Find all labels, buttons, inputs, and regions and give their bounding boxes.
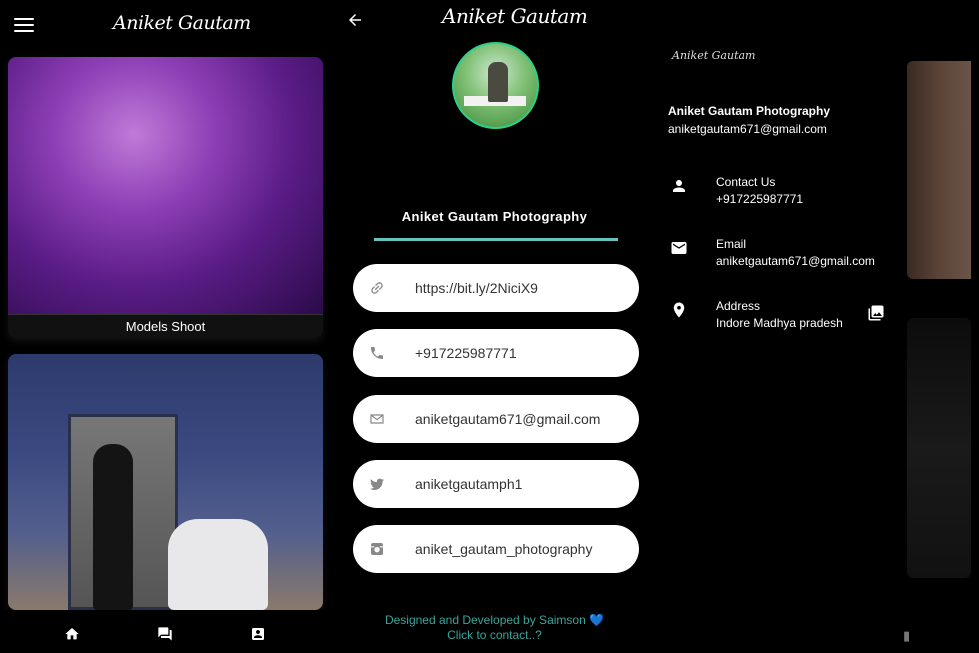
drawer-item-value: +917225987771 xyxy=(716,192,804,206)
phone-icon xyxy=(371,347,383,359)
arrow-back-icon[interactable] xyxy=(346,9,364,35)
drawer-brand-logo: Aniket Gautam xyxy=(672,49,756,62)
instagram-icon xyxy=(371,543,383,555)
brand-logo: Aniket Gautam xyxy=(113,12,251,34)
link-text: https://bit.ly/2NiciX9 xyxy=(415,280,538,296)
drawer-name: Aniket Gautam Photography xyxy=(668,104,831,118)
twitter-text: aniketgautamph1 xyxy=(415,476,523,492)
location-pin-icon xyxy=(673,302,685,318)
hamburger-menu-icon[interactable] xyxy=(14,18,34,34)
profile-divider xyxy=(374,238,618,241)
gallery-card-couple[interactable] xyxy=(8,354,323,610)
profile-name: Aniket Gautam Photography xyxy=(401,209,588,224)
gallery-card-models-shoot[interactable]: Models Shoot xyxy=(8,57,323,338)
link-button-instagram[interactable]: aniket_gautam_photography xyxy=(353,525,639,573)
phone-text: +917225987771 xyxy=(415,345,517,361)
credit-text: Designed and Developed by Saimson xyxy=(384,613,586,627)
gallery-photo-partial xyxy=(907,61,971,279)
twitter-icon xyxy=(370,478,384,490)
drawer-item-title: Contact Us xyxy=(716,175,776,189)
avatar-person xyxy=(488,62,508,102)
heart-icon: 💙 xyxy=(589,613,605,627)
link-button-phone[interactable]: +917225987771 xyxy=(353,329,639,377)
link-icon xyxy=(371,282,383,294)
drawer-item-title: Address xyxy=(716,299,761,313)
profile-panel: Aniket Gautam Aniket Gautam Photography … xyxy=(331,0,658,653)
brand-logo-text: Aniket Gautam xyxy=(442,4,588,28)
developer-credit-link[interactable]: Designed and Developed by Saimson 💙 Clic… xyxy=(331,613,658,643)
drawer-item-contact[interactable]: Contact Us +917225987771 xyxy=(658,175,907,215)
credit-line-1: Designed and Developed by Saimson 💙 xyxy=(331,613,658,628)
drawer-item-email[interactable]: Email aniketgautam671@gmail.com xyxy=(658,237,907,277)
photo-figure-man xyxy=(168,519,268,610)
models-shoot-photo xyxy=(8,57,323,314)
mail-icon xyxy=(370,414,384,424)
drawer-item-value: Indore Madhya pradesh xyxy=(716,316,843,330)
brand-logo: Aniket Gautam xyxy=(442,4,588,28)
email-icon xyxy=(671,242,687,254)
card-caption: Models Shoot xyxy=(8,314,323,338)
link-button-website[interactable]: https://bit.ly/2NiciX9 xyxy=(353,264,639,312)
chat-icon[interactable] xyxy=(156,626,174,642)
contact-card-icon[interactable]: ▮ xyxy=(903,628,913,643)
instagram-text: aniket_gautam_photography xyxy=(415,541,593,557)
drawer-item-value: aniketgautam671@gmail.com xyxy=(716,254,875,268)
credit-line-2: Click to contact..? xyxy=(447,628,542,642)
home-icon[interactable] xyxy=(63,626,81,642)
brand-logo-text: Aniket Gautam xyxy=(113,12,251,34)
profile-avatar xyxy=(452,42,539,129)
contact-card-icon[interactable] xyxy=(249,626,267,642)
gallery-photo-partial xyxy=(907,318,971,578)
gallery-panel: Aniket Gautam Models Shoot xyxy=(0,0,331,653)
drawer-item-title: Email xyxy=(716,237,747,251)
photo-library-icon[interactable] xyxy=(867,304,885,322)
email-text: aniketgautam671@gmail.com xyxy=(415,411,601,427)
drawer-email: aniketgautam671@gmail.com xyxy=(668,122,827,136)
photo-figure-woman xyxy=(93,444,133,610)
link-button-email[interactable]: aniketgautam671@gmail.com xyxy=(353,395,639,443)
bottom-navigation xyxy=(0,610,331,653)
link-button-twitter[interactable]: aniketgautamph1 xyxy=(353,460,639,508)
person-icon xyxy=(673,180,685,192)
